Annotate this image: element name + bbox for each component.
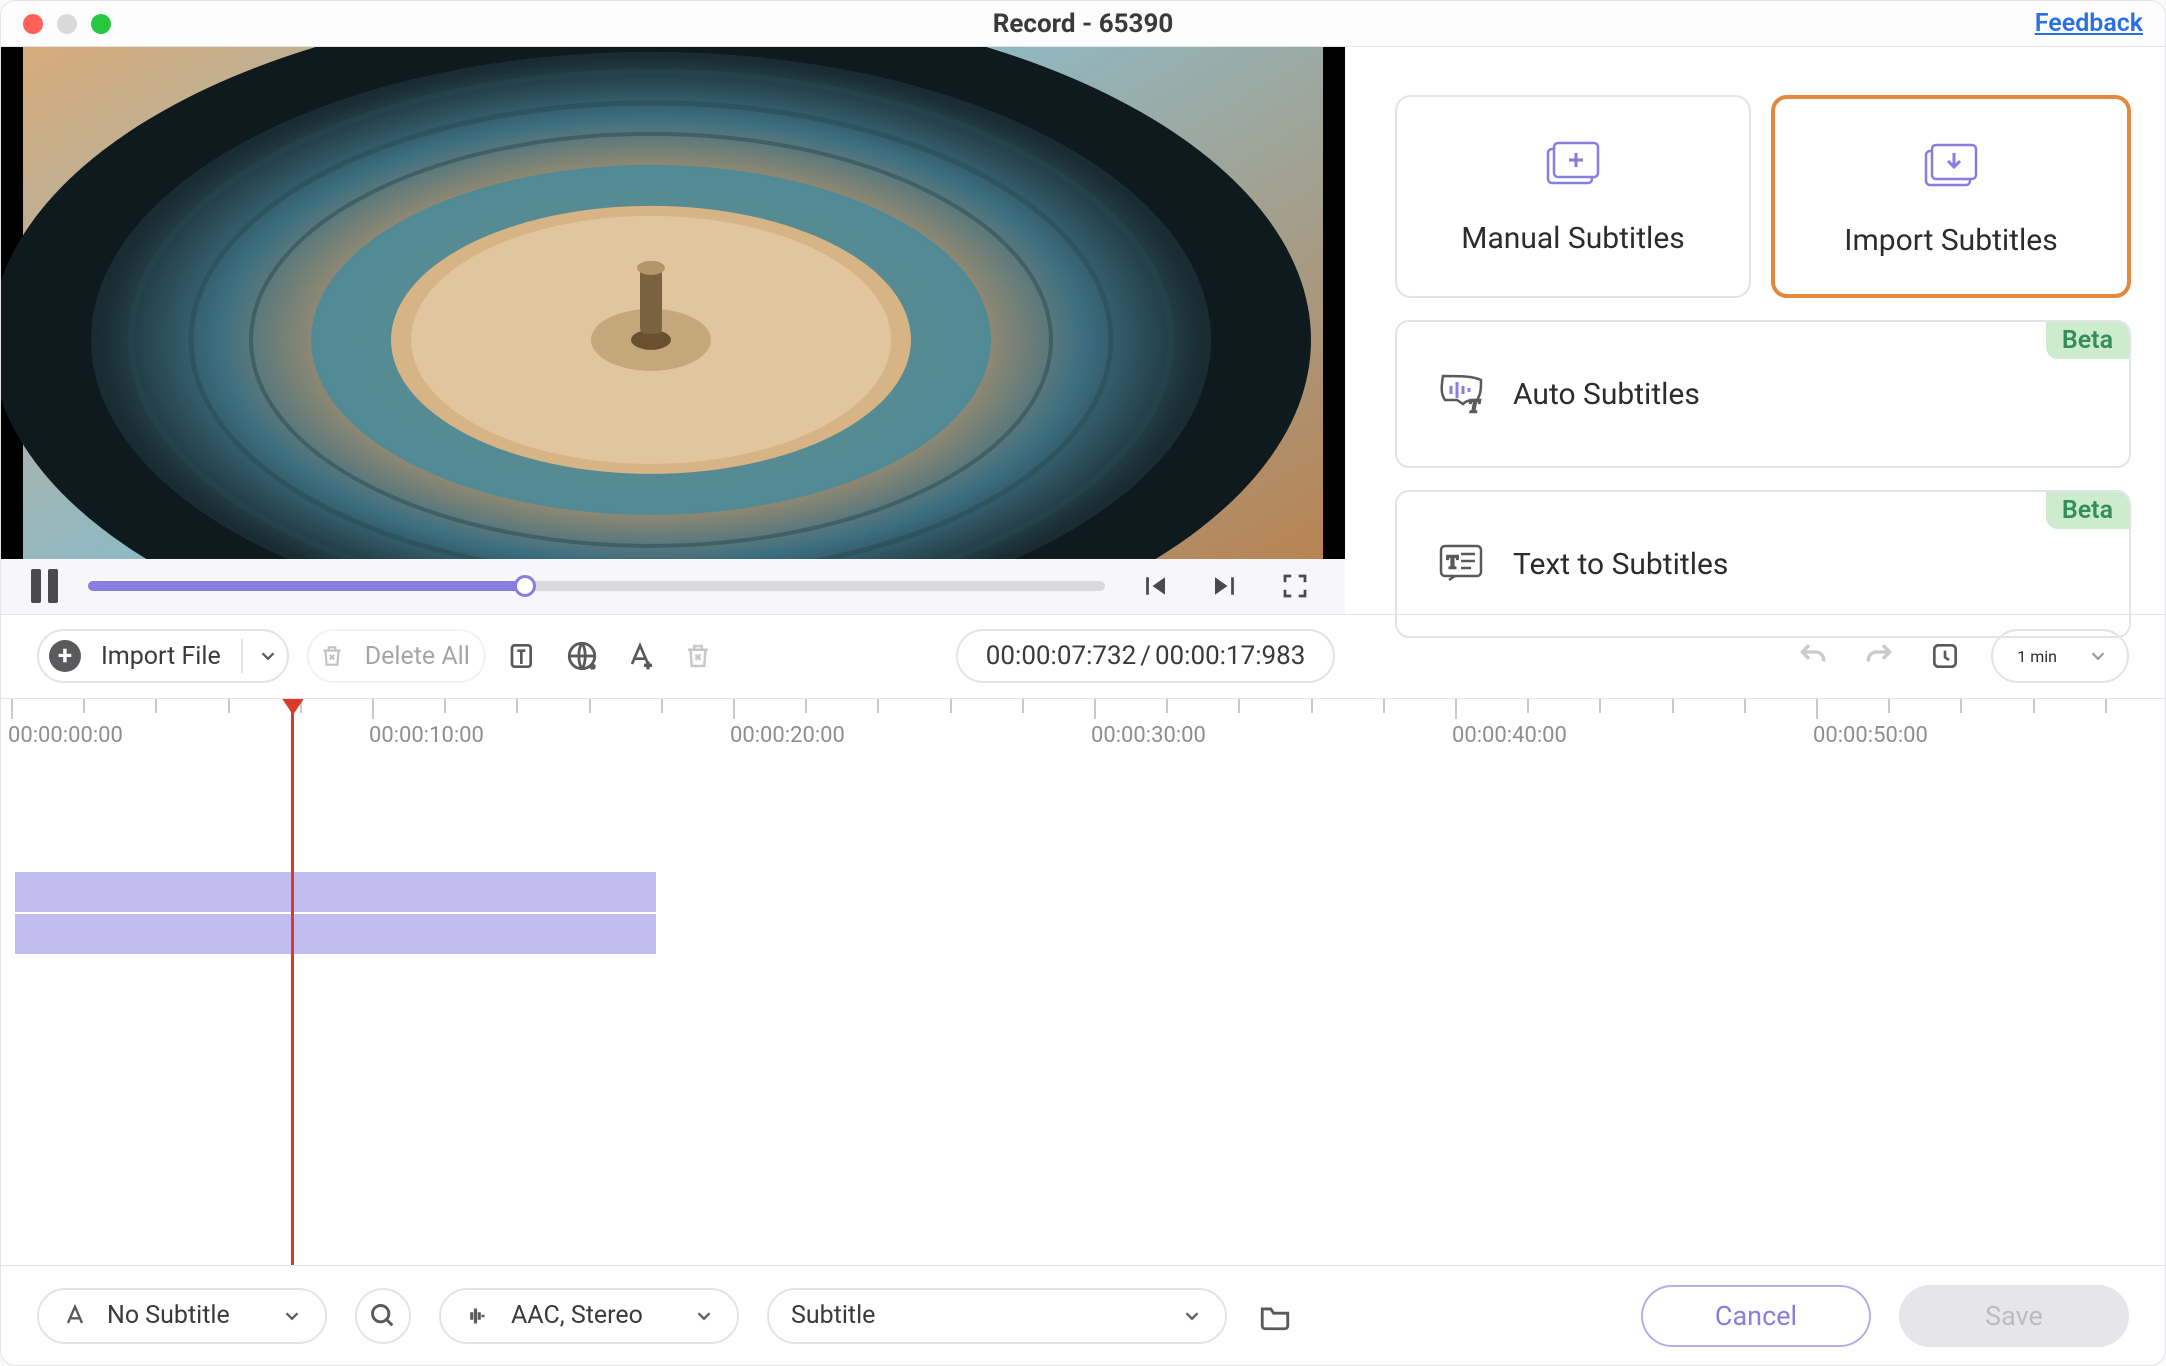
manual-subtitle-icon (1542, 137, 1604, 193)
search-icon (369, 1302, 397, 1330)
app-window: Record - 65390 Feedback (0, 0, 2166, 1366)
cancel-label: Cancel (1715, 1300, 1797, 1332)
window-title: Record - 65390 (1, 9, 2165, 39)
import-subtitles-card[interactable]: Import Subtitles (1771, 95, 2131, 298)
subtitle-selector-dropdown[interactable]: Subtitle (767, 1288, 1227, 1344)
audio-label: AAC, Stereo (511, 1301, 675, 1330)
progress-fill (88, 581, 525, 591)
folder-button[interactable] (1255, 1296, 1295, 1336)
feedback-link[interactable]: Feedback (2035, 9, 2143, 38)
import-subtitle-icon (1920, 139, 1982, 195)
auto-subtitle-icon: T (1433, 368, 1489, 420)
pause-button[interactable] (31, 569, 58, 603)
manual-subtitles-label: Manual Subtitles (1461, 221, 1684, 256)
save-label: Save (1985, 1300, 2043, 1332)
bottom-bar: No Subtitle AAC, Stereo Subtitle Cancel … (1, 1265, 2165, 1365)
timeline-clip-1[interactable] (14, 871, 657, 913)
player-controls (1, 559, 1345, 614)
maximize-window-icon[interactable] (91, 14, 111, 34)
chevron-down-icon (2087, 645, 2109, 667)
next-frame-button[interactable] (1205, 566, 1245, 606)
redo-button[interactable] (1859, 636, 1899, 676)
text-style-button[interactable] (620, 636, 660, 676)
import-file-label: Import File (95, 642, 227, 671)
timeline-tick-label: 00:00:10:00 (369, 723, 484, 748)
text-to-subtitles-label: Text to Subtitles (1513, 547, 1728, 582)
text-to-subtitle-icon: T (1433, 538, 1489, 590)
search-button[interactable] (355, 1288, 411, 1344)
window-controls (1, 14, 111, 34)
fullscreen-button[interactable] (1275, 566, 1315, 606)
subtitle-mode-label: No Subtitle (107, 1301, 263, 1330)
subtitle-selector-label: Subtitle (791, 1301, 1163, 1330)
svg-text:T: T (1469, 396, 1481, 416)
chevron-down-icon (693, 1305, 715, 1327)
timecode-display: 00:00:07:732/00:00:17:983 (956, 629, 1336, 683)
beta-badge-2: Beta (2046, 492, 2129, 529)
progress-slider[interactable] (88, 581, 1105, 591)
timeline-tick-label: 00:00:00:00 (8, 723, 123, 748)
audio-dropdown[interactable]: AAC, Stereo (439, 1288, 739, 1344)
add-text-button[interactable] (504, 636, 544, 676)
beta-badge: Beta (2046, 322, 2129, 359)
import-file-button[interactable]: + Import File (37, 629, 289, 683)
minimize-window-icon[interactable] (57, 14, 77, 34)
close-window-icon[interactable] (23, 14, 43, 34)
svg-text:T: T (1447, 552, 1458, 572)
delete-subtitle-button[interactable] (678, 636, 718, 676)
save-button: Save (1899, 1285, 2129, 1347)
current-time: 00:00:07:732 (986, 641, 1136, 671)
folder-icon (1258, 1299, 1292, 1333)
timeline-tick-label: 00:00:30:00 (1091, 723, 1206, 748)
manual-subtitles-card[interactable]: Manual Subtitles (1395, 95, 1751, 298)
playhead[interactable] (291, 699, 294, 1266)
cancel-button[interactable]: Cancel (1641, 1285, 1871, 1347)
delete-all-button[interactable]: Delete All (307, 629, 486, 683)
timeline-tick-label: 00:00:20:00 (730, 723, 845, 748)
trash-icon (319, 643, 345, 669)
video-preview[interactable] (1, 47, 1345, 559)
total-time: 00:00:17:983 (1155, 641, 1305, 671)
snap-button[interactable] (1925, 636, 1965, 676)
audio-wave-icon (463, 1301, 493, 1331)
delete-all-label: Delete All (359, 642, 476, 671)
timeline-tick-label: 00:00:50:00 (1813, 723, 1928, 748)
import-subtitles-label: Import Subtitles (1844, 223, 2057, 258)
timeline[interactable]: 00:00:00:00 00:00:10:00 00:00:20:00 00:00:3… (1, 698, 2165, 1266)
plus-circle-icon: + (49, 640, 81, 672)
subtitle-icon (61, 1302, 89, 1330)
chevron-down-icon (257, 645, 279, 667)
timeline-ruler[interactable]: 00:00:00:00 00:00:10:00 00:00:20:00 00:00:3… (1, 699, 2165, 745)
undo-button[interactable] (1793, 636, 1833, 676)
text-to-subtitles-card[interactable]: Beta T Text to Subtitles (1395, 490, 2131, 638)
progress-thumb[interactable] (514, 575, 536, 597)
zoom-label: 1 min (2017, 647, 2057, 666)
chevron-down-icon (281, 1305, 303, 1327)
chevron-down-icon (1181, 1305, 1203, 1327)
timeline-clip-2[interactable] (14, 913, 657, 955)
previous-frame-button[interactable] (1135, 566, 1175, 606)
subtitle-mode-dropdown[interactable]: No Subtitle (37, 1288, 327, 1344)
subtitle-panel: Manual Subtitles Import Subtitles Beta (1345, 47, 2165, 614)
titlebar: Record - 65390 Feedback (1, 1, 2165, 47)
auto-subtitles-label: Auto Subtitles (1513, 377, 1700, 412)
timeline-tick-label: 00:00:40:00 (1452, 723, 1567, 748)
translate-button[interactable] (562, 636, 602, 676)
auto-subtitles-card[interactable]: Beta T Auto Subtitles (1395, 320, 2131, 468)
